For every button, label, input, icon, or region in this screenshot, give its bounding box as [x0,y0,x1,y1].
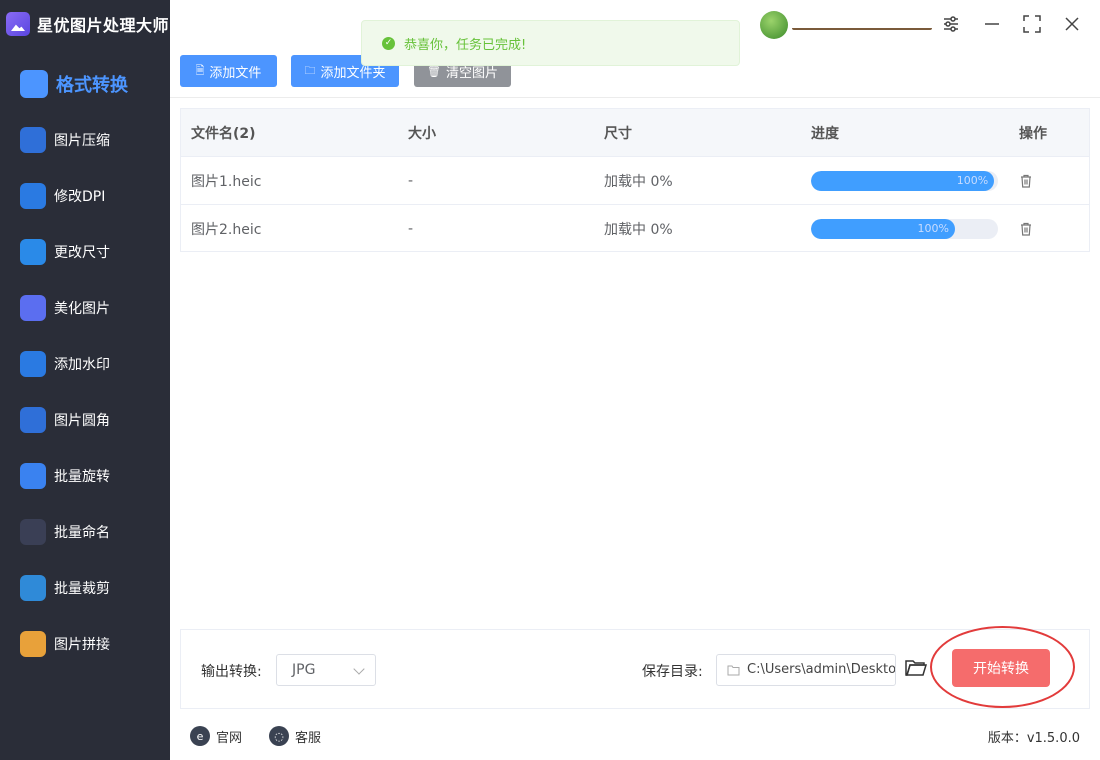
table-header: 文件名(2) 大小 尺寸 进度 操作 [181,109,1089,157]
app-logo-icon [6,12,30,36]
add-file-button[interactable]: 🗎 添加文件 [180,55,277,87]
brand: 星优图片处理大师 [6,10,169,38]
header-action: 操作 [1019,125,1047,142]
progress-text: 100% [917,222,949,235]
sidebar: 星优图片处理大师 格式转换图片压缩修改DPI 更改尺寸美化图片添加水印图片圆角批量… [0,0,170,760]
sidebar-item-10[interactable]: 图片拼接 [0,616,170,672]
progress-fill: 100% [811,219,955,239]
toast-message: 恭喜你，任务已完成! [404,37,527,53]
success-toast: ✓ 恭喜你，任务已完成! [361,20,740,66]
progress-text: 100% [956,173,989,187]
sidebar-item-label: 图片圆角 [54,413,110,429]
cell-dimensions: 加载中 0% [604,222,673,238]
sidebar-item-5[interactable]: 添加水印 [0,336,170,392]
header-size: 大小 [408,125,436,142]
rename-icon [20,519,46,545]
sidebar-item-1[interactable]: 图片压缩 [0,112,170,168]
check-circle-icon: ✓ [382,36,395,50]
folder-small-icon [727,665,740,676]
header-progress: 进度 [811,125,839,142]
version-text: 版本：v1.5.0.0 [987,731,1080,746]
format-convert-icon [20,70,48,98]
chevron-down-icon [353,663,365,675]
minimize-icon[interactable] [980,12,1004,36]
sidebar-item-6[interactable]: 图片圆角 [0,392,170,448]
progress-fill: 100% [811,170,995,191]
progress-bar: 100% [811,219,998,239]
sidebar-item-8[interactable]: 批量命名 [0,504,170,560]
output-format-select[interactable]: JPG [276,654,376,686]
cell-filename: 图片2.heic [191,222,262,238]
delete-icon[interactable] [1019,222,1033,236]
sidebar-item-2[interactable]: 修改DPI [0,168,170,224]
rotate-icon [20,463,46,489]
sidebar-item-label: 图片压缩 [54,133,110,149]
user-avatar[interactable] [760,11,788,39]
bottom-panel: 输出转换: JPG 保存目录: C:\Users\admin\Deskto 开始… [180,629,1090,709]
folder-icon: 🗀 [304,63,316,77]
output-format-label: 输出转换: [201,664,262,680]
website-label: 官网 [216,730,243,746]
cell-filename: 图片1.heic [191,173,262,190]
start-convert-button[interactable]: 开始转换 [952,649,1050,687]
maximize-icon[interactable] [1020,12,1044,36]
table-row: 图片2.heic - 加载中 0% 100% [181,205,1089,253]
toolbar-divider [170,97,1100,98]
dpi-icon [20,183,46,209]
sidebar-item-label: 美化图片 [54,301,110,317]
crop-icon [20,575,46,601]
cell-size: - [408,221,414,237]
website-link[interactable]: e 官网 [190,726,242,746]
sidebar-item-label: 更改尺寸 [54,245,110,261]
close-icon[interactable] [1060,12,1084,36]
cell-dimensions: 加载中 0% [604,173,673,190]
ie-icon: e [190,726,210,746]
chat-icon: ◌ [269,726,289,746]
header-filename: 文件名(2) [191,125,256,142]
settings-sliders-icon[interactable] [939,12,963,36]
sidebar-item-7[interactable]: 批量旋转 [0,448,170,504]
app-title: 星优图片处理大师 [37,16,170,35]
sidebar-item-4[interactable]: 美化图片 [0,280,170,336]
file-table: 文件名(2) 大小 尺寸 进度 操作 图片1.heic - 加载中 0% 100% 图片… [180,108,1090,252]
sidebar-item-label: 修改DPI [54,189,106,205]
header-dimensions: 尺寸 [604,125,632,142]
sidebar-item-9[interactable]: 批量裁剪 [0,560,170,616]
output-format-value: JPG [292,662,316,678]
save-path-value: C:\Users\admin\Deskto [747,662,896,677]
delete-icon[interactable] [1019,174,1033,188]
save-path-input[interactable]: C:\Users\admin\Deskto [716,654,896,686]
round-corner-icon [20,407,46,433]
sidebar-item-label: 批量裁剪 [54,581,110,597]
browse-folder-icon[interactable] [905,659,928,679]
save-dir-label: 保存目录: [642,664,703,680]
sidebar-item-label: 图片拼接 [54,637,110,653]
support-link[interactable]: ◌ 客服 [269,726,321,746]
sidebar-item-0[interactable]: 格式转换 [0,56,170,112]
support-label: 客服 [295,730,322,746]
add-file-label: 添加文件 [209,65,262,81]
resize-icon [20,239,46,265]
trash-icon: 🗑 [427,64,441,78]
table-row: 图片1.heic - 加载中 0% 100% [181,157,1089,205]
sidebar-item-label: 批量旋转 [54,469,110,485]
sidebar-nav: 格式转换图片压缩修改DPI 更改尺寸美化图片添加水印图片圆角批量旋转批量命名批量裁… [0,56,170,672]
user-name-redacted [792,16,932,30]
progress-bar: 100% [811,170,998,191]
compress-icon [20,127,46,153]
sidebar-item-3[interactable]: 更改尺寸 [0,224,170,280]
cell-size: - [408,172,414,189]
beautify-icon [20,295,46,321]
file-icon: 🗎 [195,63,205,77]
watermark-icon [20,351,46,377]
stitch-icon [20,631,46,657]
sidebar-item-label: 添加水印 [54,357,110,373]
sidebar-item-label: 批量命名 [54,525,110,541]
sidebar-item-label: 格式转换 [56,75,128,96]
